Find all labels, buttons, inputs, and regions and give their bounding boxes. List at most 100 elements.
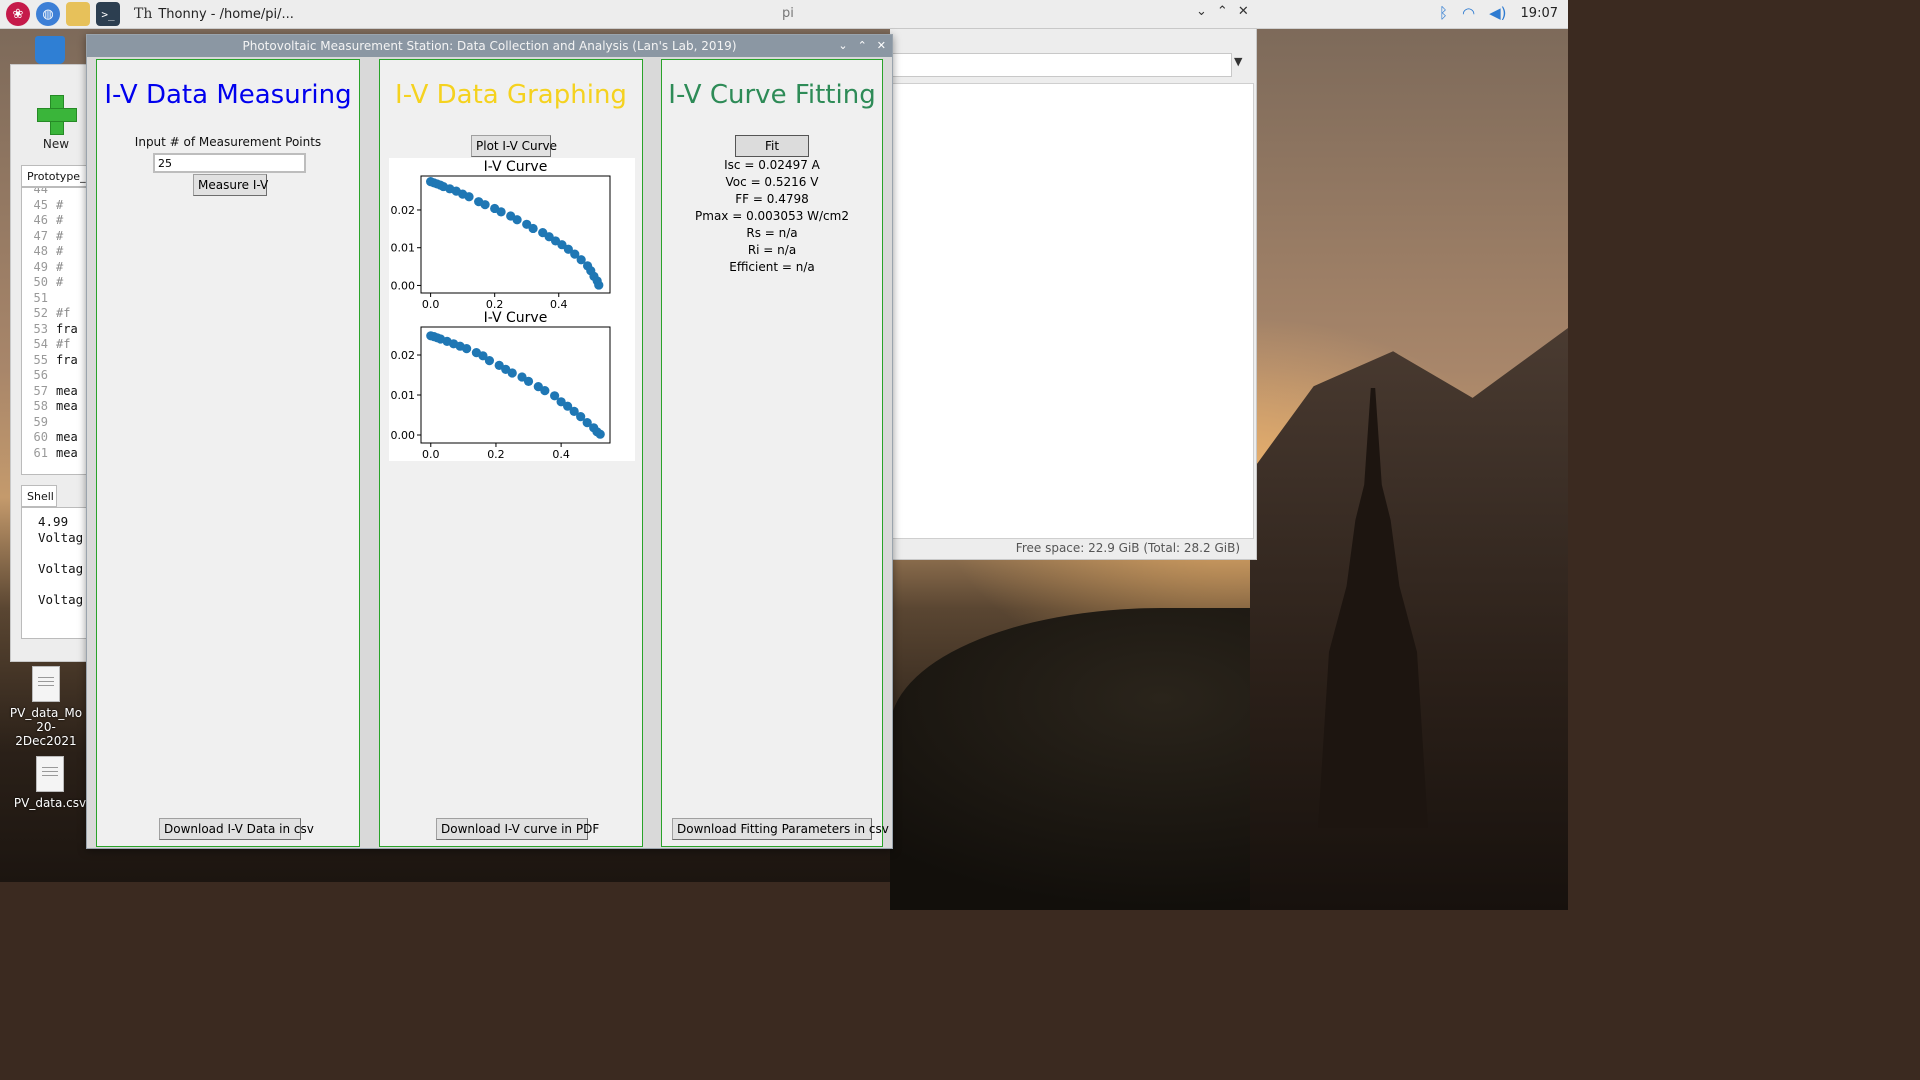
path-bar[interactable] [890,53,1232,77]
file-manager-icon[interactable] [66,2,90,26]
desktop-file-pv-data-mo[interactable]: PV_data_Mo 20-2Dec2021 [6,666,86,748]
shell-tab[interactable]: Shell [21,485,57,507]
y-tick-label: 0.02 [391,204,416,217]
desktop-file-label: PV_data.csv [13,796,87,810]
data-point [512,215,522,225]
line-number: 45 [33,197,48,212]
minimize-icon[interactable]: ⌄ [838,35,847,57]
line-number: 59 [33,414,48,429]
wifi-icon[interactable]: ◠ [1462,4,1475,22]
ri-value: Ri = n/a [747,243,797,257]
download-iv-pdf-button[interactable]: Download I-V curve in PDF [436,818,599,840]
document-icon [32,666,60,702]
shell-line: Voltag [38,560,84,576]
data-point [496,207,506,217]
browser-icon[interactable]: ◍ [36,2,60,26]
code-text: #f [56,337,71,351]
file-list-view[interactable] [890,83,1254,539]
code-text: # [56,213,64,227]
code-text: # [56,244,64,258]
code-line: 45 # [22,198,92,214]
clock[interactable]: 19:07 [1521,6,1558,21]
code-line: 58 mea [22,399,92,415]
line-number: 44 [33,187,48,196]
code-line: 50 # [22,275,92,291]
line-number: 57 [33,383,48,398]
line-number: 49 [33,259,48,274]
free-space-status: Free space: 22.9 GiB (Total: 28.2 GiB) [1015,541,1240,555]
taskbar-thonny-button[interactable]: Th Thonny - /home/pi/... [134,6,294,22]
maximize-icon[interactable]: ⌃ [1217,4,1228,19]
line-number: 51 [33,290,48,305]
data-point [540,386,550,396]
data-point [462,344,472,354]
fitting-title: I-V Curve Fitting [668,80,876,110]
measuring-title: I-V Data Measuring [104,80,352,110]
desktop-file-pv-data-csv[interactable]: PV_data.csv [12,756,88,810]
data-point [594,280,604,290]
raspberry-menu-icon[interactable]: ❀ [6,2,30,26]
volume-icon[interactable]: ◀) [1489,4,1506,22]
window-titlebar[interactable]: Photovoltaic Measurement Station: Data C… [87,35,892,57]
rs-value: Rs = n/a [746,226,798,240]
iv-charts-canvas: I-V Curve 0.0 0.2 0.4 0.00 0.01 0.02 I-V Curve 0… [389,158,635,461]
close-icon[interactable]: ✕ [1238,4,1249,19]
code-text: #f [56,306,71,320]
code-text: fra [56,352,78,367]
plot-frame [420,175,611,294]
maximize-icon[interactable]: ⌃ [858,35,867,57]
code-line: 57 mea [22,384,92,400]
line-number: 53 [33,321,48,336]
terminal-icon[interactable]: >_ [96,2,120,26]
code-line: 48 # [22,244,92,260]
code-line: 56 [22,368,92,384]
code-editor[interactable]: 44 45 # 46 # 47 # 48 # 49 # 50 # 51 52 #f 53 fra 54 #… [21,187,93,475]
code-text: mea [56,445,78,460]
line-number: 47 [33,228,48,243]
voc-value: Voc = 0.5216 V [725,175,819,189]
taskbar-thonny-label: Thonny - /home/pi/... [158,6,294,22]
shell-console[interactable]: 4.99 Voltag Voltag Voltag [21,507,91,639]
code-line: 60 mea [22,430,92,446]
system-tray: ᛒ ◠ ◀) 19:07 [1439,4,1558,22]
editor-tab[interactable]: Prototype_I [21,165,91,187]
measure-iv-button[interactable]: Measure I-V [193,174,268,196]
data-point [523,376,534,386]
line-number: 60 [33,430,48,444]
code-line: 52 #f [22,306,92,322]
code-line: 49 # [22,260,92,276]
minimize-icon[interactable]: ⌄ [1196,4,1207,19]
pv-station-window: Photovoltaic Measurement Station: Data C… [86,34,893,849]
trash-icon[interactable] [35,36,65,64]
points-input-label: Input # of Measurement Points [134,135,322,149]
iv-chart: I-V Curve 0.0 0.2 0.4 0.00 0.01 0.02 [391,310,611,461]
new-file-button[interactable]: New [37,95,77,151]
new-file-label: New [42,137,70,151]
data-point [507,368,517,378]
fit-button[interactable]: Fit [735,135,809,157]
code-line: 53 fra [22,322,92,338]
plot-iv-curve-button[interactable]: Plot I-V Curve [471,135,557,157]
window-title: Photovoltaic Measurement Station: Data C… [242,39,737,53]
shell-line: Voltag [38,529,84,545]
close-icon[interactable]: ✕ [877,35,886,57]
taskbar-window-title: pi [782,6,794,21]
desktop-file-label: PV_data_Mo [9,706,83,720]
download-fit-params-button[interactable]: Download Fitting Parameters in csv [672,818,889,840]
code-text: # [56,259,64,274]
bluetooth-icon[interactable]: ᛒ [1439,4,1448,22]
download-iv-data-button[interactable]: Download I-V Data in csv [159,818,314,840]
path-dropdown-icon[interactable]: ▼ [1234,55,1242,68]
x-tick-label: 0.4 [552,448,570,461]
code-text: fra [56,321,78,336]
x-tick-label: 0.2 [487,448,505,461]
data-point [480,200,490,210]
plus-icon [37,95,77,135]
code-line: 55 fra [22,353,92,369]
measurement-points-input[interactable] [153,153,306,173]
line-number: 58 [33,399,48,413]
shell-line: Voltag [38,591,84,607]
thonny-icon: Th [134,6,153,22]
